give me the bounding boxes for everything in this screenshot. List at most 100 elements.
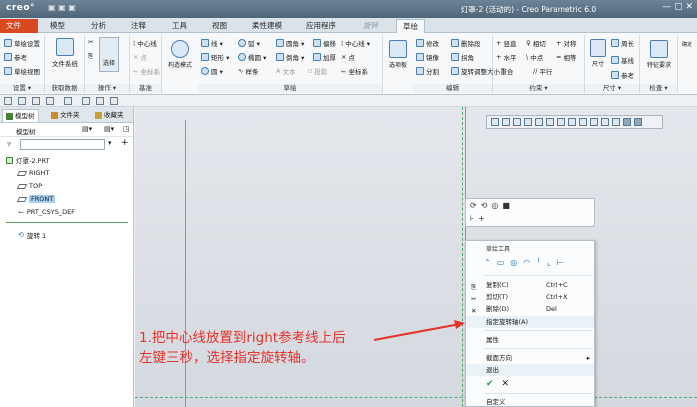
- centerline-mini-icon[interactable]: ╵: [536, 258, 541, 267]
- new-icon[interactable]: [4, 97, 12, 105]
- delete-segment-tool[interactable]: 删除段: [451, 38, 481, 48]
- tab-tools[interactable]: 工具: [166, 19, 193, 33]
- tree-settings-icon[interactable]: ▤▾: [82, 125, 92, 133]
- sketch-setup-button[interactable]: 草绘设置: [4, 38, 40, 48]
- arc-mini-icon[interactable]: ◠: [523, 258, 530, 267]
- filter-funnel-icon[interactable]: ⩔: [7, 139, 12, 149]
- circle-mini-icon[interactable]: ◎: [510, 258, 517, 267]
- sketch-view-toggle-icon[interactable]: [612, 118, 620, 126]
- divide-tool[interactable]: 分割: [416, 66, 439, 76]
- tab-analysis[interactable]: 分析: [85, 19, 112, 33]
- group-label-inspect[interactable]: 检查 ▾: [640, 84, 677, 93]
- orient-icon[interactable]: ◎: [491, 201, 498, 210]
- parallel-constraint[interactable]: //平行: [533, 66, 552, 76]
- coincident-constraint[interactable]: - 重合: [496, 66, 513, 76]
- constraint-display-icon[interactable]: [634, 118, 642, 126]
- circle-tool[interactable]: 圆 ▾: [201, 66, 223, 76]
- close-window-icon[interactable]: [110, 97, 118, 105]
- undo-icon[interactable]: [46, 97, 54, 105]
- save-icon[interactable]: [32, 97, 40, 105]
- tree-filter-icon[interactable]: ▤▾: [104, 125, 114, 133]
- tab-favorites[interactable]: 收藏夹: [92, 109, 127, 122]
- tab-flexible-modeling[interactable]: 柔性建模: [246, 19, 288, 33]
- tangent-constraint[interactable]: ♀ 相切: [526, 38, 546, 48]
- sketch-view-button[interactable]: 草绘视图: [4, 66, 40, 76]
- lock-icon[interactable]: ■: [502, 201, 510, 210]
- corner-tool[interactable]: 拐角: [451, 52, 474, 62]
- tab-sketch[interactable]: 草绘: [396, 19, 425, 33]
- perspective-icon[interactable]: [568, 118, 576, 126]
- menu-item-copy[interactable]: ⎘ 复制(C) Ctrl+C: [466, 279, 594, 291]
- refit-icon[interactable]: [491, 118, 499, 126]
- tab-model[interactable]: 模型: [44, 19, 71, 33]
- tab-folder-browser[interactable]: 文件夹: [48, 109, 83, 122]
- search-dropdown-icon[interactable]: ▾: [108, 139, 112, 147]
- cancel-x-button[interactable]: ✕: [502, 379, 510, 389]
- menu-item-cut[interactable]: ✂ 剪切(T) Ctrl+X: [466, 291, 594, 303]
- window-controls[interactable]: — ▢ ✕: [662, 2, 693, 12]
- annotation-display-icon[interactable]: [590, 118, 598, 126]
- spin-center-icon[interactable]: [601, 118, 609, 126]
- windows-icon[interactable]: [96, 97, 104, 105]
- line-mini-icon[interactable]: ⌃: [484, 258, 491, 267]
- chamfer-tool[interactable]: 倒角 ▾: [276, 52, 304, 62]
- thicken-tool[interactable]: 加厚: [313, 52, 336, 62]
- arc-tool[interactable]: 弧 ▾: [238, 38, 260, 48]
- line-tool[interactable]: 线 ▾: [201, 38, 223, 48]
- tree-item-right[interactable]: RIGHT: [16, 169, 49, 177]
- tab-applications[interactable]: 应用程序: [300, 19, 342, 33]
- tree-item-revolve[interactable]: ⟲ 旋转 1: [18, 230, 46, 240]
- tree-item-part[interactable]: 灯罩-2.PRT: [6, 155, 49, 165]
- ok-button[interactable]: 确定: [682, 39, 692, 49]
- redo-icon[interactable]: [64, 97, 72, 105]
- equal-constraint[interactable]: = 相等: [556, 52, 576, 62]
- menu-item-section-orientation[interactable]: 截面方向 ▸: [466, 352, 594, 364]
- menu-item-customize[interactable]: 自定义: [466, 396, 594, 407]
- fillet-mini-icon[interactable]: ⌞: [547, 258, 551, 267]
- datum-display-icon[interactable]: [579, 118, 587, 126]
- baseline-button[interactable]: 基线: [611, 55, 634, 65]
- csys-tool[interactable]: ⌙ 坐标系: [341, 66, 368, 76]
- group-label-setup[interactable]: 设置 ▾: [0, 84, 44, 93]
- references-button[interactable]: 参考: [4, 52, 27, 62]
- tab-revolve[interactable]: 旋转: [357, 19, 384, 33]
- vertical-constraint[interactable]: + 竖直: [496, 38, 516, 48]
- point-tool[interactable]: × 点: [341, 52, 355, 62]
- fillet-tool[interactable]: 圆角 ▾: [276, 38, 304, 48]
- horizontal-constraint[interactable]: + 水平: [496, 52, 516, 62]
- offset-tool[interactable]: 偏移: [313, 38, 336, 48]
- menu-item-exit[interactable]: 退出: [466, 364, 594, 376]
- tree-item-front[interactable]: FRONT: [16, 195, 56, 203]
- tree-item-csys[interactable]: ⌙ PRT_CSYS_DEF: [18, 208, 75, 216]
- cut-icon[interactable]: ✂: [88, 38, 93, 46]
- symmetric-constraint[interactable]: + 对称: [556, 38, 576, 48]
- regenerate-icon[interactable]: [82, 97, 90, 105]
- tab-model-tree[interactable]: 模型树: [2, 109, 39, 122]
- open-icon[interactable]: [18, 97, 26, 105]
- copy-icon[interactable]: ⎘: [88, 52, 93, 61]
- mirror-tool[interactable]: 镜像: [416, 52, 439, 62]
- reference-dim-button[interactable]: 参考: [611, 70, 634, 80]
- view-manager-icon[interactable]: [557, 118, 565, 126]
- group-label-operations[interactable]: 操作 ▾: [85, 84, 129, 93]
- sketcher-display-icon[interactable]: [623, 118, 631, 126]
- palette-button[interactable]: 选项板: [384, 40, 412, 69]
- ellipse-tool[interactable]: 椭圆 ▾: [238, 52, 266, 62]
- modify-tool[interactable]: 修改: [416, 38, 439, 48]
- menu-item-properties[interactable]: 属性: [466, 334, 594, 346]
- add-mini-icon[interactable]: +: [478, 214, 485, 223]
- construction-mode-button[interactable]: 构造模式: [164, 40, 196, 69]
- dimension-button[interactable]: 尺寸: [587, 39, 609, 68]
- add-column-icon[interactable]: +: [121, 138, 129, 148]
- datum-csys-button[interactable]: ⌙ 坐标系: [133, 66, 160, 76]
- group-label-constraints[interactable]: 约束 ▾: [493, 84, 584, 93]
- tree-item-top[interactable]: TOP: [16, 182, 42, 190]
- spin-icon[interactable]: ⟲: [481, 201, 488, 210]
- rectangle-mini-icon[interactable]: ▭: [497, 258, 505, 267]
- menu-item-designate-axis[interactable]: 指定旋转轴(A): [466, 316, 594, 328]
- repaint-icon[interactable]: [524, 118, 532, 126]
- perimeter-button[interactable]: 周长: [611, 38, 634, 48]
- file-system-button[interactable]: 文件系统: [49, 38, 81, 68]
- datum-point-button[interactable]: × 点: [133, 52, 147, 62]
- midpoint-constraint[interactable]: \ 中点: [526, 52, 543, 62]
